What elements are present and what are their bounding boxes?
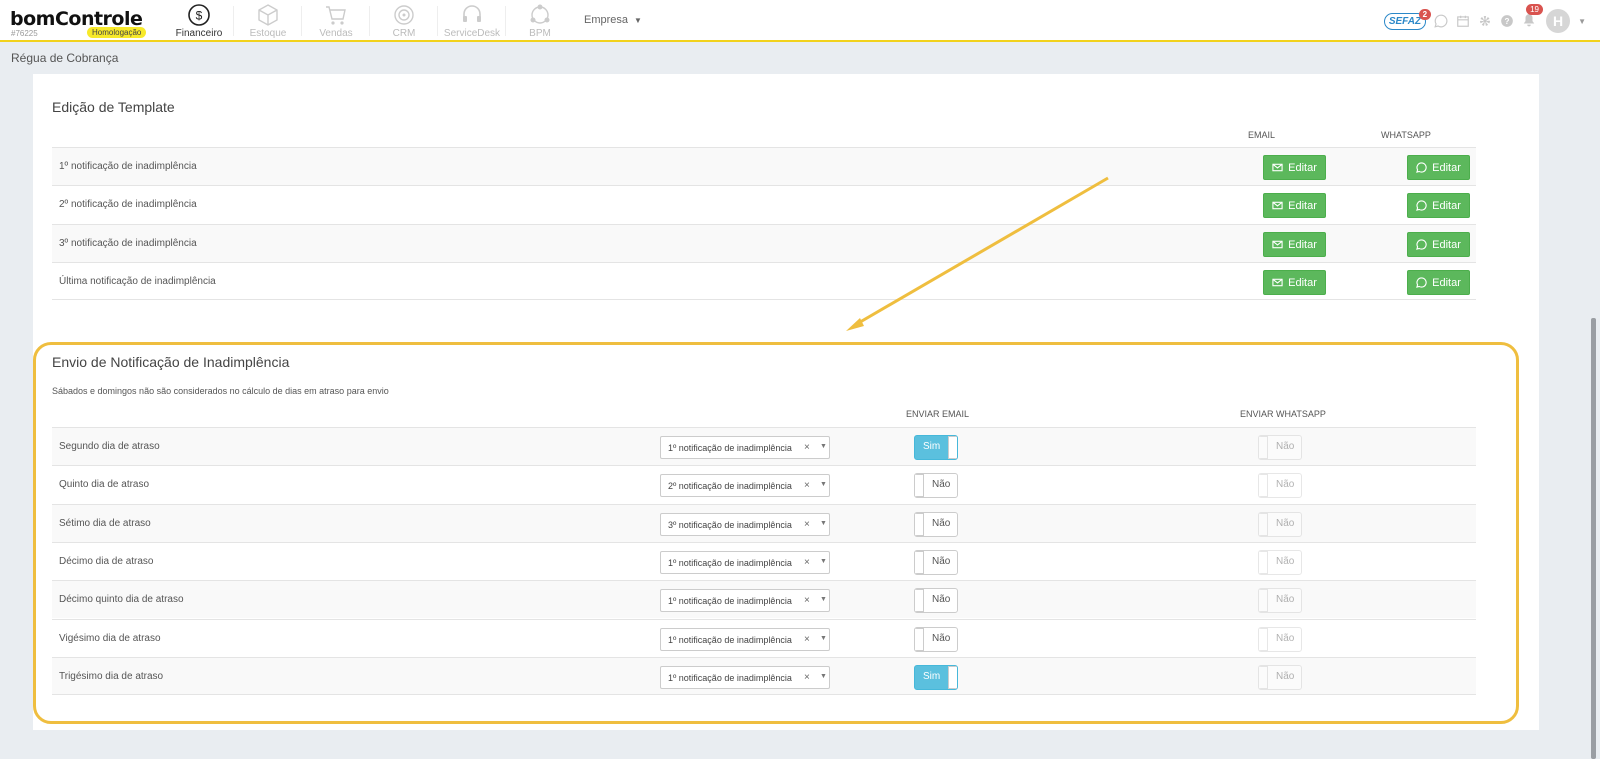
annotation-arrow [846, 176, 1109, 331]
scrollbar[interactable] [1591, 318, 1596, 759]
